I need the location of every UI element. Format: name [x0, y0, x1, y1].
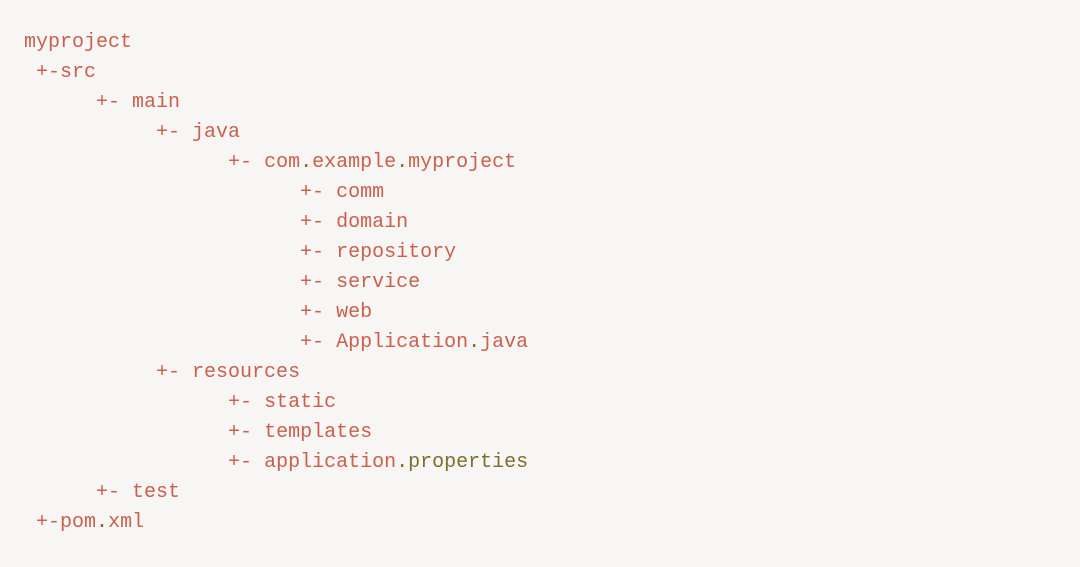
branch-marker: +-	[96, 481, 132, 504]
repository-line: +- repository	[24, 238, 1056, 268]
comm-name: comm	[336, 181, 384, 204]
branch-marker: +-	[228, 451, 264, 474]
root-name: myproject	[24, 31, 132, 54]
resources-line: +- resources	[24, 358, 1056, 388]
repository-name: repository	[336, 241, 456, 264]
templates-name: templates	[264, 421, 372, 444]
branch-marker: +-	[300, 271, 336, 294]
branch-marker: +-	[156, 361, 192, 384]
package-com: com	[264, 151, 300, 174]
dot: .	[396, 151, 408, 174]
dot: .	[300, 151, 312, 174]
branch-marker: +-	[228, 421, 264, 444]
src-line: +-src	[24, 58, 1056, 88]
static-line: +- static	[24, 388, 1056, 418]
static-name: static	[264, 391, 336, 414]
web-name: web	[336, 301, 372, 324]
branch-marker: +-	[228, 391, 264, 414]
package-myproject: myproject	[408, 151, 516, 174]
branch-marker: +-	[228, 151, 264, 174]
branch-marker: +-	[300, 241, 336, 264]
main-name: main	[132, 91, 180, 114]
domain-name: domain	[336, 211, 408, 234]
test-line: +- test	[24, 478, 1056, 508]
pom-line: +-pom.xml	[24, 508, 1056, 538]
dot: .	[396, 451, 408, 474]
service-name: service	[336, 271, 420, 294]
java-ext: java	[480, 331, 528, 354]
package-example: example	[312, 151, 396, 174]
branch-marker: +-	[36, 61, 60, 84]
package-line: +- com.example.myproject	[24, 148, 1056, 178]
application-properties-line: +- application.properties	[24, 448, 1056, 478]
web-line: +- web	[24, 298, 1056, 328]
branch-marker: +-	[96, 91, 132, 114]
branch-marker: +-	[300, 301, 336, 324]
templates-line: +- templates	[24, 418, 1056, 448]
test-name: test	[132, 481, 180, 504]
resources-name: resources	[192, 361, 300, 384]
pom-base: pom	[60, 511, 96, 534]
properties-ext: properties	[408, 451, 528, 474]
xml-ext: xml	[108, 511, 144, 534]
src-name: src	[60, 61, 96, 84]
dot: .	[468, 331, 480, 354]
application-java-line: +- Application.java	[24, 328, 1056, 358]
java-name: java	[192, 121, 240, 144]
application-props-base: application	[264, 451, 396, 474]
file-tree: myproject +-src +- main +- java +- com.e…	[24, 28, 1056, 538]
branch-marker: +-	[300, 181, 336, 204]
service-line: +- service	[24, 268, 1056, 298]
main-line: +- main	[24, 88, 1056, 118]
java-line: +- java	[24, 118, 1056, 148]
branch-marker: +-	[156, 121, 192, 144]
root-line: myproject	[24, 28, 1056, 58]
branch-marker: +-	[36, 511, 60, 534]
branch-marker: +-	[300, 331, 336, 354]
application-base: Application	[336, 331, 468, 354]
dot: .	[96, 511, 108, 534]
branch-marker: +-	[300, 211, 336, 234]
comm-line: +- comm	[24, 178, 1056, 208]
domain-line: +- domain	[24, 208, 1056, 238]
